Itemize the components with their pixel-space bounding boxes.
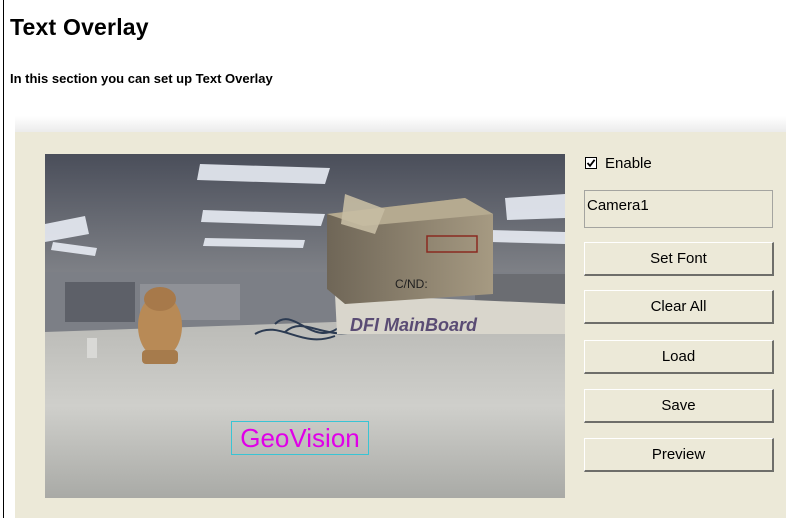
save-button[interactable]: Save [584,389,774,423]
left-border-line [3,0,4,518]
load-button[interactable]: Load [584,340,774,374]
scene-board-label: DFI MainBoard [350,315,478,335]
set-font-button[interactable]: Set Font [584,242,774,276]
enable-checkbox[interactable] [585,157,597,169]
scene-box-label: C/ND: [395,277,428,291]
preview-button[interactable]: Preview [584,438,774,472]
enable-label: Enable [605,154,652,172]
overlay-text[interactable]: GeoVision [231,421,369,455]
camera-name-field[interactable]: Camera1 [584,190,773,228]
checkmark-icon [586,159,596,168]
page-title: Text Overlay [10,14,149,40]
clear-all-button[interactable]: Clear All [584,290,774,324]
page-description: In this section you can set up Text Over… [10,71,273,86]
enable-row[interactable]: Enable [585,153,652,173]
camera-preview[interactable]: DFI MainBoard C/ND: GeoVision [45,154,565,498]
